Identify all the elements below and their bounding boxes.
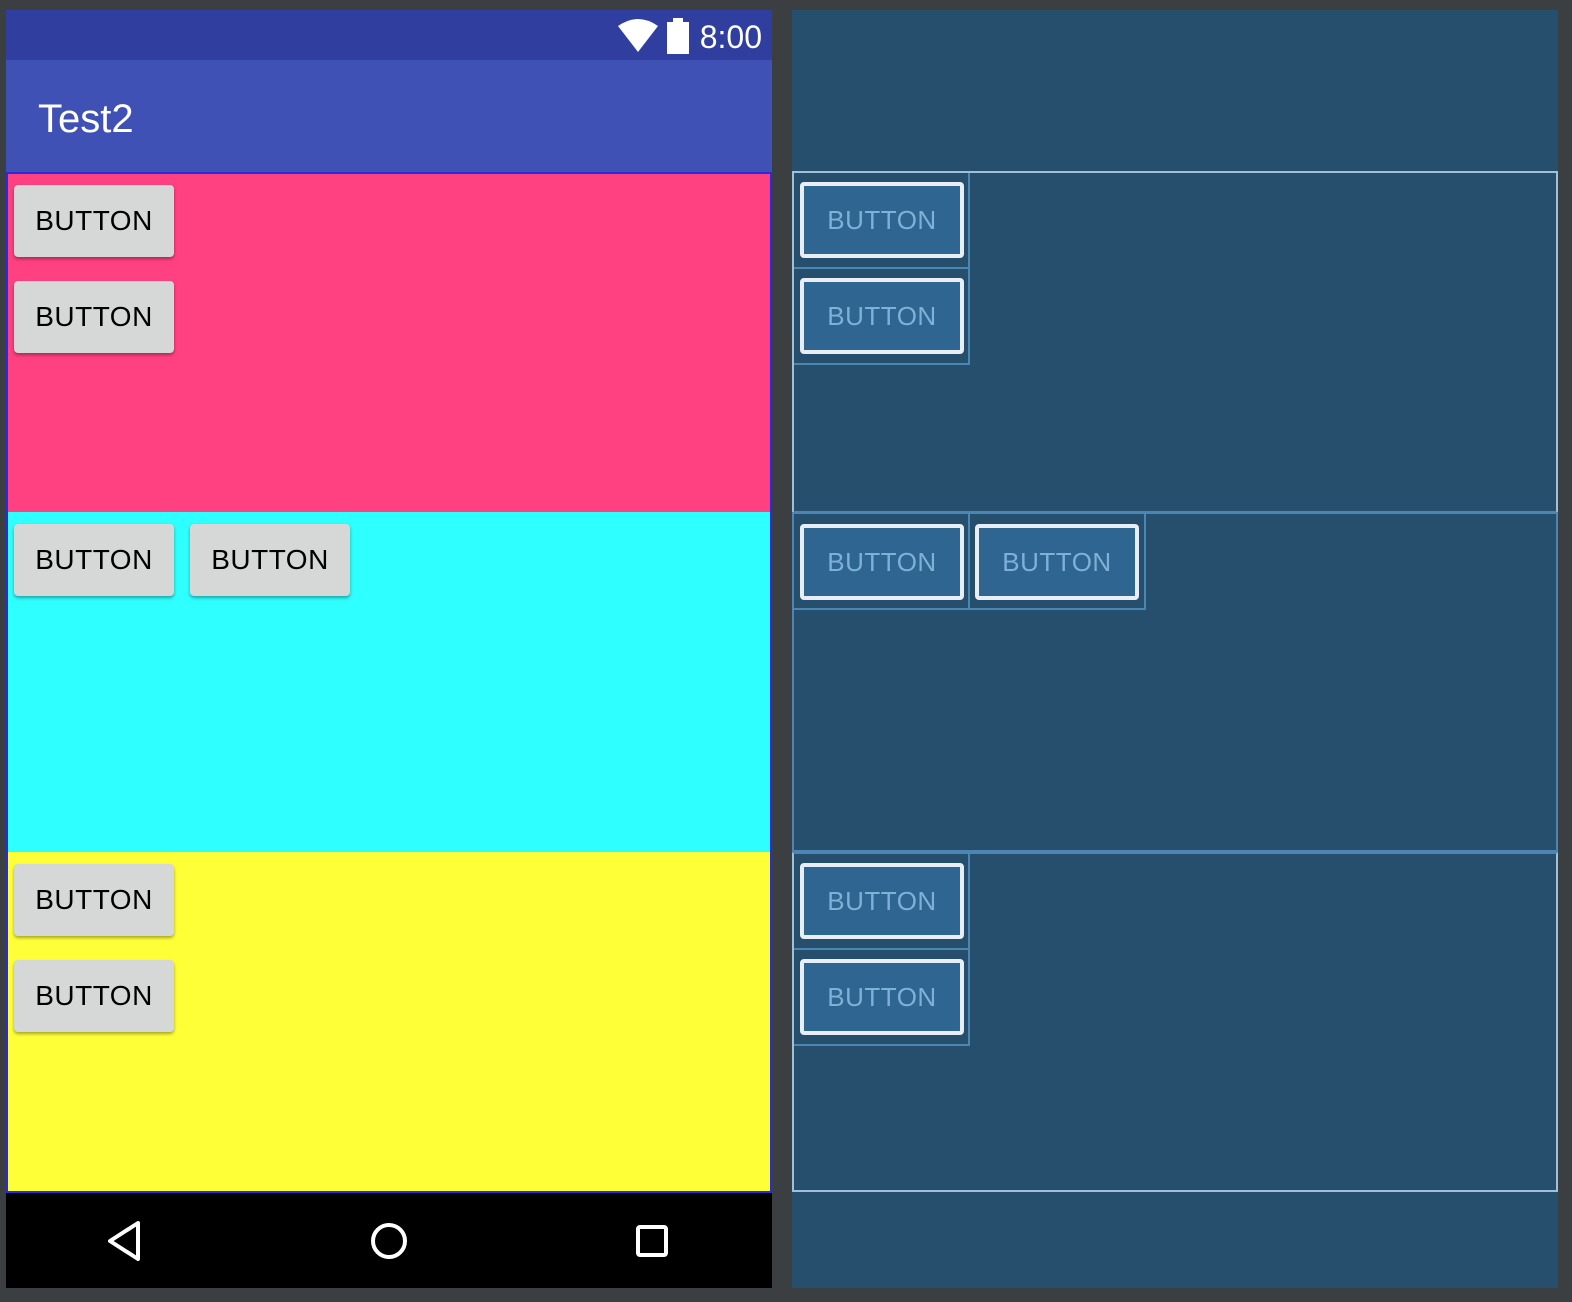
panel-pink: BUTTON BUTTON xyxy=(6,172,772,512)
design-preview: 8:00 Test2 BUTTON BUTTON BUTTON BUTTON B… xyxy=(6,10,772,1288)
home-icon[interactable] xyxy=(365,1217,413,1265)
wifi-icon xyxy=(618,19,658,52)
blueprint-preview: BUTTON BUTTON BUTTON BUTTON BUTTON BUTTO… xyxy=(792,10,1558,1288)
blueprint-button[interactable]: BUTTON xyxy=(800,182,964,258)
app-bar: Test2 xyxy=(6,60,772,172)
app-title: Test2 xyxy=(38,97,134,141)
panel-yellow: BUTTON BUTTON xyxy=(6,852,772,1193)
cyan-button-1[interactable]: BUTTON xyxy=(14,524,174,596)
blueprint-panel-1: BUTTON BUTTON xyxy=(792,171,1558,513)
status-time: 8:00 xyxy=(699,19,762,55)
status-bar: 8:00 xyxy=(6,10,772,60)
pink-button-1[interactable]: BUTTON xyxy=(14,185,174,257)
blueprint-button[interactable]: BUTTON xyxy=(800,524,964,600)
back-icon[interactable] xyxy=(102,1217,150,1265)
blueprint-button[interactable]: BUTTON xyxy=(975,524,1139,600)
yellow-button-2[interactable]: BUTTON xyxy=(14,960,174,1032)
blueprint-panel-2: BUTTON BUTTON xyxy=(792,512,1558,852)
blueprint-button[interactable]: BUTTON xyxy=(800,863,964,939)
panel-cyan: BUTTON BUTTON xyxy=(6,512,772,852)
blueprint-button[interactable]: BUTTON xyxy=(800,959,964,1035)
blueprint-panel-3: BUTTON BUTTON xyxy=(792,852,1558,1192)
cyan-button-2[interactable]: BUTTON xyxy=(190,524,350,596)
pink-button-2[interactable]: BUTTON xyxy=(14,281,174,353)
blueprint-button[interactable]: BUTTON xyxy=(800,278,964,354)
navigation-bar xyxy=(6,1193,772,1288)
battery-icon xyxy=(667,18,689,54)
recents-icon[interactable] xyxy=(628,1217,676,1265)
yellow-button-1[interactable]: BUTTON xyxy=(14,864,174,936)
